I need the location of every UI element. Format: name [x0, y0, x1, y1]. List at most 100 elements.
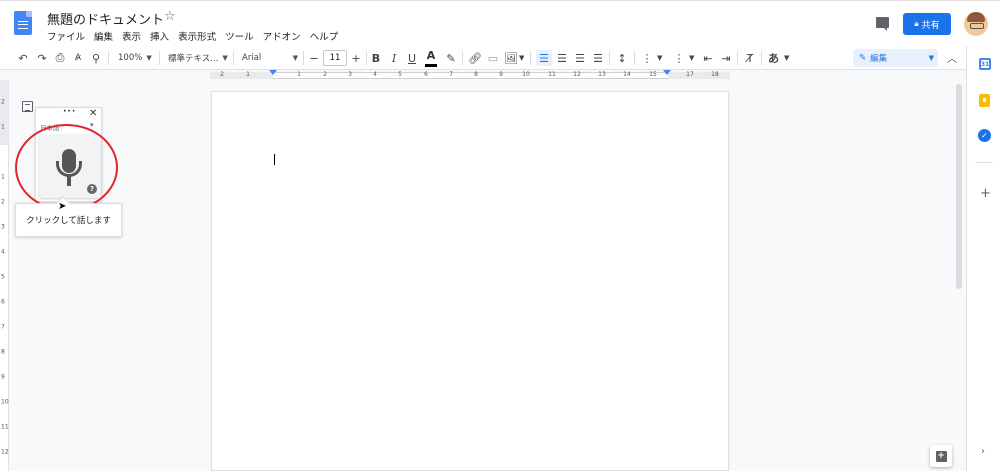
toolbar-divider	[108, 51, 109, 65]
ruler-tick: 4	[373, 71, 377, 78]
font-size-input[interactable]: 11	[323, 50, 347, 66]
paint-format-icon[interactable]: ⚲	[89, 50, 103, 66]
keep-icon[interactable]	[979, 94, 990, 107]
align-center-icon[interactable]: ☰	[555, 50, 569, 66]
menu-edit[interactable]: 編集	[94, 29, 113, 43]
explore-button[interactable]: +	[930, 445, 952, 467]
font-size-increase-button[interactable]: +	[349, 50, 363, 66]
tooltip-text: クリックして話します	[26, 216, 111, 226]
ruler-tick: 8	[474, 71, 478, 78]
ruler-tick: 12	[573, 71, 581, 78]
close-icon[interactable]: ✕	[89, 108, 97, 119]
zoom-select[interactable]: 100% ▼	[118, 50, 152, 66]
align-left-icon[interactable]: ☰	[536, 50, 552, 66]
menu-insert[interactable]: 挿入	[150, 29, 169, 43]
chevron-down-icon[interactable]: ▼	[657, 50, 662, 66]
toolbar-divider	[634, 51, 635, 65]
vruler-tick: 12	[1, 448, 9, 456]
get-addons-icon[interactable]: +	[980, 186, 991, 201]
chevron-down-icon[interactable]: ▼	[519, 50, 524, 66]
ruler-tick: 5	[398, 71, 402, 78]
ruler-tick: 6	[424, 71, 428, 78]
redo-icon[interactable]: ↷	[35, 50, 49, 66]
insert-image-icon[interactable]: 🖼︎	[504, 50, 518, 66]
ruler-tick: 2	[323, 71, 327, 78]
document-page[interactable]	[211, 91, 729, 471]
align-justify-icon[interactable]: ☰	[591, 50, 605, 66]
style-select[interactable]: 標準テキス... ▼	[168, 50, 228, 66]
ruler-tick: 9	[499, 71, 503, 78]
menu-addons[interactable]: アドオン	[263, 29, 301, 43]
right-indent-marker[interactable]	[663, 70, 671, 75]
decrease-indent-icon[interactable]: ⇤	[701, 50, 715, 66]
comment-history-icon[interactable]	[876, 17, 889, 31]
menu-bar: ファイル 編集 表示 挿入 表示形式 ツール アドオン ヘルプ	[47, 29, 338, 43]
star-icon[interactable]: ☆	[164, 9, 176, 24]
menu-help[interactable]: ヘルプ	[310, 29, 339, 43]
chevron-down-icon: ▼	[928, 54, 934, 62]
vruler-margin	[0, 80, 9, 145]
style-value: 標準テキス...	[168, 54, 219, 64]
chevron-down-icon[interactable]: ▾	[90, 121, 94, 129]
vruler-tick: 8	[1, 348, 5, 356]
lock-icon: 🔒︎	[914, 19, 919, 28]
vruler-tick: 1	[1, 173, 5, 181]
editing-mode-label: 編集	[870, 54, 888, 64]
menu-tools[interactable]: ツール	[225, 29, 254, 43]
menu-view[interactable]: 表示	[122, 29, 141, 43]
chevron-up-icon[interactable]: ︿	[947, 50, 957, 65]
vruler-tick: 1	[1, 123, 5, 131]
toolbar-divider	[366, 51, 367, 65]
left-indent-marker[interactable]	[269, 70, 277, 75]
undo-icon[interactable]: ↶	[16, 50, 30, 66]
tasks-icon[interactable]: ✓	[978, 129, 991, 142]
input-tools-button[interactable]: あ	[768, 50, 779, 66]
vertical-scrollbar[interactable]	[955, 80, 963, 471]
ruler-tick: 11	[548, 71, 556, 78]
calendar-icon[interactable]: 31	[979, 58, 991, 70]
vruler-tick: 7	[1, 323, 5, 331]
font-select[interactable]: Arial ▼	[242, 50, 298, 66]
pencil-icon: ✎	[859, 53, 867, 63]
increase-indent-icon[interactable]: ⇥	[719, 50, 733, 66]
scroll-thumb[interactable]	[956, 84, 962, 289]
docs-logo-icon[interactable]	[14, 11, 32, 35]
menu-format[interactable]: 表示形式	[178, 29, 216, 43]
font-value: Arial	[242, 53, 262, 63]
chevron-down-icon[interactable]: ▼	[689, 50, 694, 66]
spellcheck-icon[interactable]: A̷	[71, 50, 85, 66]
ruler-tick: 7	[449, 71, 453, 78]
ruler-tick: 15	[649, 71, 657, 78]
bulleted-list-icon[interactable]: ⋮	[672, 50, 686, 66]
font-size-decrease-button[interactable]: −	[307, 50, 321, 66]
print-icon[interactable]: ⎙	[53, 50, 67, 66]
chevron-down-icon[interactable]: ▼	[784, 50, 789, 66]
clear-formatting-icon[interactable]: T̸	[743, 50, 757, 66]
underline-button[interactable]: U	[405, 50, 419, 66]
text-color-button[interactable]: A	[424, 49, 438, 67]
toolbar-divider	[530, 51, 531, 65]
ruler-tick: 14	[623, 71, 631, 78]
numbered-list-icon[interactable]: ⋮	[640, 50, 654, 66]
highlight-icon[interactable]: ✎	[444, 50, 458, 66]
explore-icon: +	[935, 450, 947, 462]
add-comment-icon[interactable]: ▭	[486, 50, 500, 66]
ruler-tick: 10	[522, 71, 530, 78]
more-options-icon[interactable]: ···	[63, 107, 76, 117]
bold-button[interactable]: B	[369, 50, 383, 66]
align-right-icon[interactable]: ☰	[573, 50, 587, 66]
vertical-ruler[interactable]: 2 1 1 2 3 4 5 6 7 8 9 10 11 12	[0, 80, 9, 471]
link-icon[interactable]: 🔗︎	[468, 50, 482, 66]
horizontal-ruler[interactable]: 2 1 1 2 3 4 5 6 7 8 9 10 11 12 13 14 15 …	[210, 70, 730, 80]
side-panel: 31 ✓ + ›	[966, 46, 1000, 471]
menu-file[interactable]: ファイル	[47, 29, 85, 43]
avatar[interactable]	[964, 12, 988, 36]
editing-mode-select[interactable]: ✎ 編集 ▼	[853, 49, 938, 67]
share-button[interactable]: 🔒︎ 共有	[903, 13, 951, 35]
expand-side-panel-icon[interactable]: ›	[981, 446, 985, 457]
line-spacing-icon[interactable]: ↕	[615, 50, 629, 66]
vruler-tick: 10	[1, 398, 9, 406]
italic-button[interactable]: I	[387, 50, 401, 66]
document-title[interactable]: 無題のドキュメント	[47, 9, 164, 28]
document-outline-icon[interactable]	[22, 101, 33, 112]
